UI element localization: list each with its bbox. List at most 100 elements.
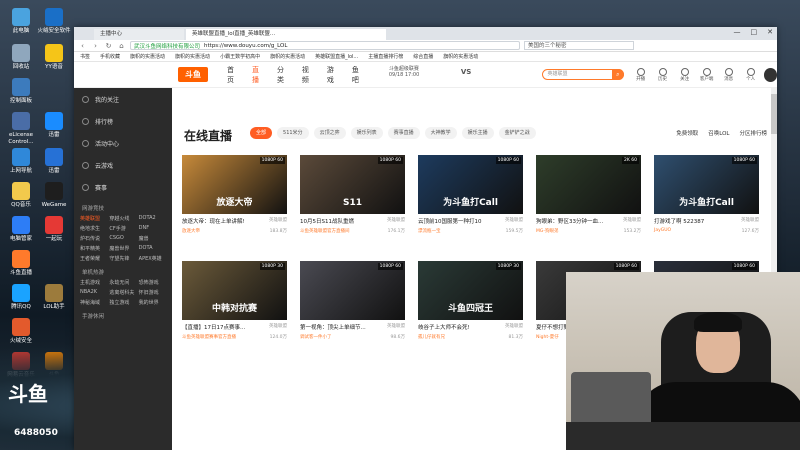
- section-link[interactable]: 免费领取: [676, 129, 698, 137]
- stream-thumbnail[interactable]: 1080P 60 为斗鱼打Call: [654, 155, 759, 214]
- anchor-name[interactable]: 调试客一件小了: [300, 334, 332, 340]
- category-link[interactable]: DOTA2: [139, 215, 166, 222]
- category-link[interactable]: 怀旧游戏: [139, 289, 166, 296]
- nav-live[interactable]: 直播: [252, 65, 265, 85]
- anchor-name[interactable]: Night-夏仔: [536, 334, 559, 340]
- category-link[interactable]: 魔兽: [139, 235, 166, 242]
- anchor-name[interactable]: MG-狗眼弟: [536, 228, 559, 234]
- section-link[interactable]: 分区排行榜: [739, 129, 767, 137]
- live-card[interactable]: 2K 60 狗眼弟：野区33分钟一血... 英雄联盟 MG-狗眼弟 153.2万: [536, 155, 641, 249]
- desktop-shortcut[interactable]: YY语音: [36, 44, 72, 71]
- sidebar-item[interactable]: 我的关注: [74, 88, 172, 110]
- header-tool[interactable]: 关注: [676, 67, 694, 82]
- desktop-shortcut[interactable]: 一起玩: [36, 216, 72, 243]
- sidebar-item[interactable]: 赛事: [74, 176, 172, 198]
- bookmark-item[interactable]: 旗帜的实惠活动: [130, 53, 165, 60]
- desktop-shortcut[interactable]: 控制面板: [3, 78, 39, 105]
- back-icon[interactable]: ‹: [78, 42, 87, 50]
- tab-douyu[interactable]: 主播中心: [94, 29, 184, 40]
- bookmark-item[interactable]: 综合直播: [413, 53, 433, 60]
- sidebar-item[interactable]: 排行榜: [74, 110, 172, 132]
- bookmark-item[interactable]: 英雄联盟直播_lol...: [315, 53, 358, 60]
- tab-lol[interactable]: 英雄联盟直播_lol直播_英雄联盟...: [186, 29, 386, 40]
- desktop-shortcut[interactable]: 电脑管家: [3, 216, 39, 243]
- header-tool[interactable]: 开播: [632, 67, 650, 82]
- section-link[interactable]: 召唤LOL: [708, 129, 729, 137]
- bookmark-item[interactable]: 小霸王数学初高中: [220, 53, 260, 60]
- filter-chip[interactable]: 娱乐列表: [350, 127, 383, 139]
- bookmark-item[interactable]: 手机收藏: [100, 53, 120, 60]
- search-icon[interactable]: ⌕: [612, 69, 624, 80]
- category-link[interactable]: 恐怖游戏: [139, 279, 166, 286]
- anchor-name[interactable]: 斗鱼英雄联盟官方直播间: [300, 228, 350, 234]
- live-card[interactable]: 1080P 60 放逐大帝 放逐大帝：现在上单讲解! 英雄联盟 放逐大帝 183.8万: [182, 155, 287, 249]
- close-button[interactable]: ✕: [767, 28, 773, 36]
- desktop-shortcut[interactable]: 斗鱼直播: [3, 250, 39, 277]
- live-card[interactable]: 1080P 60 为斗鱼打Call 云顶前10国服第一种打10 英雄联盟 漂流瓶一宝 15…: [418, 155, 523, 249]
- refresh-icon[interactable]: ↻: [104, 42, 113, 50]
- nav-yuba[interactable]: 鱼吧: [352, 65, 365, 85]
- desktop-shortcut[interactable]: QQ音乐: [3, 182, 39, 209]
- stream-thumbnail[interactable]: 1080P 60 放逐大帝: [182, 155, 287, 214]
- scrollbar-thumb[interactable]: [771, 94, 777, 134]
- category-link[interactable]: 我的世界: [139, 299, 166, 306]
- filter-chip[interactable]: 娱乐主播: [461, 127, 494, 139]
- browser-search-input[interactable]: 美国的三个秘密: [524, 41, 634, 50]
- desktop-shortcut[interactable]: 迅雷: [36, 148, 72, 175]
- filter-chip[interactable]: 云顶之弈: [313, 127, 346, 139]
- header-tool[interactable]: 客户端: [698, 67, 716, 82]
- category-link[interactable]: APEX英雄: [139, 255, 166, 262]
- bookmark-item[interactable]: 书签: [80, 53, 90, 60]
- match-promo[interactable]: 斗鱼超级联赛 09/18 17:00 VS: [389, 65, 533, 85]
- user-avatar[interactable]: [763, 67, 777, 82]
- category-link[interactable]: 炉石传说: [80, 235, 107, 242]
- category-link[interactable]: 穿越火线: [109, 215, 136, 222]
- anchor-name[interactable]: 放逐大帝: [182, 228, 200, 234]
- url-input[interactable]: 武汉斗鱼网络科技有限公司 https://www.douyu.com/g_LOL: [130, 41, 520, 50]
- bookmark-item[interactable]: 主播直播排行榜: [368, 53, 403, 60]
- category-link[interactable]: CSGO: [109, 235, 136, 242]
- anchor-name[interactable]: 孤儿仔就有兄: [418, 334, 445, 340]
- live-card[interactable]: 1080P 30 斗鱼四冠王 岐谷子上大师不会死! 英雄联盟 孤儿仔就有兄 81.3万: [418, 261, 523, 355]
- bookmark-item[interactable]: 旗帜的实惠活动: [443, 53, 478, 60]
- filter-chip[interactable]: 金铲铲之战: [498, 127, 536, 139]
- category-link[interactable]: 逃离塔科夫: [109, 289, 136, 296]
- filter-chip[interactable]: 全部: [250, 127, 273, 139]
- nav-home[interactable]: 首页: [227, 65, 240, 85]
- category-link[interactable]: DOTA: [139, 245, 166, 252]
- live-card[interactable]: 1080P 30 中韩对抗赛 【直播】17日17点赛事... 英雄联盟 斗鱼英雄联盟赛事…: [182, 261, 287, 355]
- home-icon[interactable]: ⌂: [117, 42, 126, 50]
- desktop-shortcut[interactable]: 迅雷: [36, 112, 72, 139]
- nav-video[interactable]: 视频: [302, 65, 315, 85]
- stream-thumbnail[interactable]: 2K 60: [536, 155, 641, 214]
- bookmark-item[interactable]: 旗帜的实惠活动: [270, 53, 305, 60]
- nav-game[interactable]: 游戏: [327, 65, 340, 85]
- category-link[interactable]: DNF: [139, 225, 166, 232]
- douyu-logo[interactable]: 斗鱼: [178, 67, 208, 82]
- desktop-shortcut[interactable]: 腾讯QQ: [3, 284, 39, 311]
- stream-thumbnail[interactable]: 1080P 60 S11: [300, 155, 405, 214]
- desktop-shortcut[interactable]: LOL助手: [36, 284, 72, 311]
- header-tool[interactable]: 个人: [742, 67, 760, 82]
- desktop-shortcut[interactable]: eLicense Control...: [3, 112, 39, 146]
- sidebar-item[interactable]: 活动中心: [74, 132, 172, 154]
- forward-icon[interactable]: ›: [91, 42, 100, 50]
- anchor-name[interactable]: 漂流瓶一宝: [418, 228, 441, 234]
- stream-thumbnail[interactable]: 1080P 60: [300, 261, 405, 320]
- minimize-button[interactable]: —: [734, 28, 741, 36]
- header-tool[interactable]: 历史: [654, 67, 672, 82]
- header-tool[interactable]: 消息: [720, 67, 738, 82]
- filter-chip[interactable]: 511米分: [277, 127, 309, 139]
- category-link[interactable]: 英雄联盟: [80, 215, 107, 222]
- bookmark-item[interactable]: 旗帜的实惠活动: [175, 53, 210, 60]
- anchor-name[interactable]: 斗鱼英雄联盟赛事官方直播: [182, 334, 236, 340]
- category-link[interactable]: 和平精英: [80, 245, 107, 252]
- stream-thumbnail[interactable]: 1080P 60 为斗鱼打Call: [418, 155, 523, 214]
- desktop-shortcut[interactable]: 上网导航: [3, 148, 39, 175]
- sidebar-item[interactable]: 云游戏: [74, 154, 172, 176]
- desktop-shortcut[interactable]: 火绒安全软件: [36, 8, 72, 35]
- filter-chip[interactable]: 赛事直播: [387, 127, 420, 139]
- desktop-shortcut[interactable]: WeGame: [36, 182, 72, 209]
- category-link[interactable]: 魔兽世界: [109, 245, 136, 252]
- live-card[interactable]: 1080P 60 第一视角：顶尖上单细节... 英雄联盟 调试客一件小了 98.6万: [300, 261, 405, 355]
